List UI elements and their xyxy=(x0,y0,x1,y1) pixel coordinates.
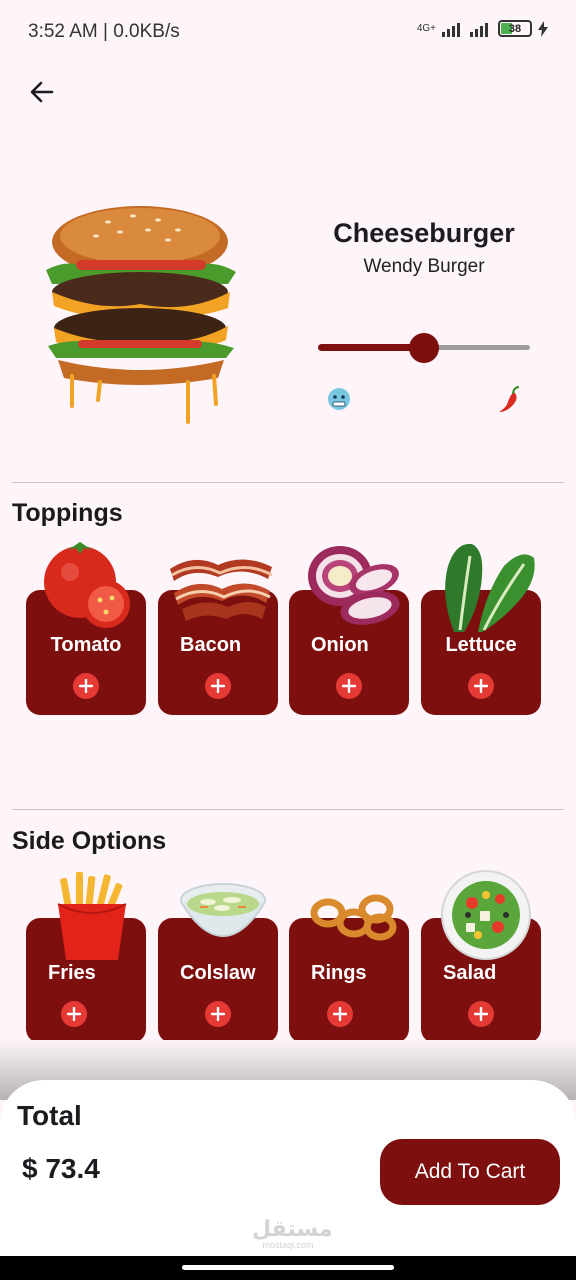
cheeseburger-image xyxy=(46,206,236,424)
arrow-left-icon xyxy=(30,81,54,103)
add-tomato-button[interactable] xyxy=(73,673,99,699)
fries-icon xyxy=(57,872,127,960)
onion-rings-icon xyxy=(310,894,397,941)
salad-icon xyxy=(441,870,531,960)
plus-icon xyxy=(211,679,225,693)
chili-pepper-icon xyxy=(499,386,520,412)
onion-icon xyxy=(308,546,400,625)
coleslaw-icon xyxy=(180,883,266,937)
battery-level: 38 xyxy=(508,22,522,35)
add-colslaw-button[interactable] xyxy=(205,1001,231,1027)
total-label: Total xyxy=(17,1100,82,1131)
plus-icon xyxy=(67,1007,81,1021)
bacon-icon xyxy=(170,559,273,621)
add-onion-button[interactable] xyxy=(336,673,362,699)
back-button[interactable] xyxy=(22,72,62,112)
plus-icon xyxy=(333,1007,347,1021)
status-time: 3:52 AM | 0.0KB/s xyxy=(28,21,180,42)
tomato-icon xyxy=(44,542,130,628)
product-brand: Wendy Burger xyxy=(363,256,485,277)
system-nav-bar xyxy=(0,1256,576,1280)
plus-icon xyxy=(211,1007,225,1021)
side-label: Rings xyxy=(311,962,367,984)
slider-thumb[interactable] xyxy=(409,333,439,363)
signal-icon xyxy=(442,21,460,37)
side-options-heading: Side Options xyxy=(12,827,167,855)
add-salad-button[interactable] xyxy=(468,1001,494,1027)
divider xyxy=(12,482,564,483)
watermark: مستقل mostaql.com xyxy=(252,1216,333,1251)
toppings-heading: Toppings xyxy=(12,499,123,527)
plus-icon xyxy=(342,679,356,693)
watermark-latin: mostaql.com xyxy=(262,1240,314,1250)
status-icons: 4G+ 38 xyxy=(417,20,548,37)
topping-label: Lettuce xyxy=(445,634,517,656)
home-gesture-handle[interactable] xyxy=(182,1265,394,1270)
network-type: 4G+ xyxy=(416,23,436,34)
signal-icon-2 xyxy=(470,21,488,37)
lettuce-icon xyxy=(445,543,535,632)
cold-face-icon xyxy=(328,388,350,410)
plus-icon xyxy=(79,679,93,693)
side-label: Fries xyxy=(48,962,96,984)
topping-label: Tomato xyxy=(50,634,122,656)
divider xyxy=(12,809,564,810)
add-to-cart-button[interactable]: Add To Cart xyxy=(380,1139,560,1205)
battery-icon: 38 xyxy=(498,20,532,37)
topping-label: Onion xyxy=(311,634,369,656)
add-bacon-button[interactable] xyxy=(205,673,231,699)
watermark-arabic: مستقل xyxy=(252,1216,333,1241)
spice-slider[interactable] xyxy=(318,332,530,364)
product-title: Cheeseburger xyxy=(333,218,515,248)
plus-icon xyxy=(474,679,488,693)
plus-icon xyxy=(474,1007,488,1021)
side-label: Salad xyxy=(443,962,497,984)
charging-icon xyxy=(538,20,548,37)
add-fries-button[interactable] xyxy=(61,1001,87,1027)
topping-label: Bacon xyxy=(180,634,242,656)
add-lettuce-button[interactable] xyxy=(468,673,494,699)
total-price: $ 73.4 xyxy=(22,1153,100,1184)
side-label: Colslaw xyxy=(180,962,256,984)
add-rings-button[interactable] xyxy=(327,1001,353,1027)
